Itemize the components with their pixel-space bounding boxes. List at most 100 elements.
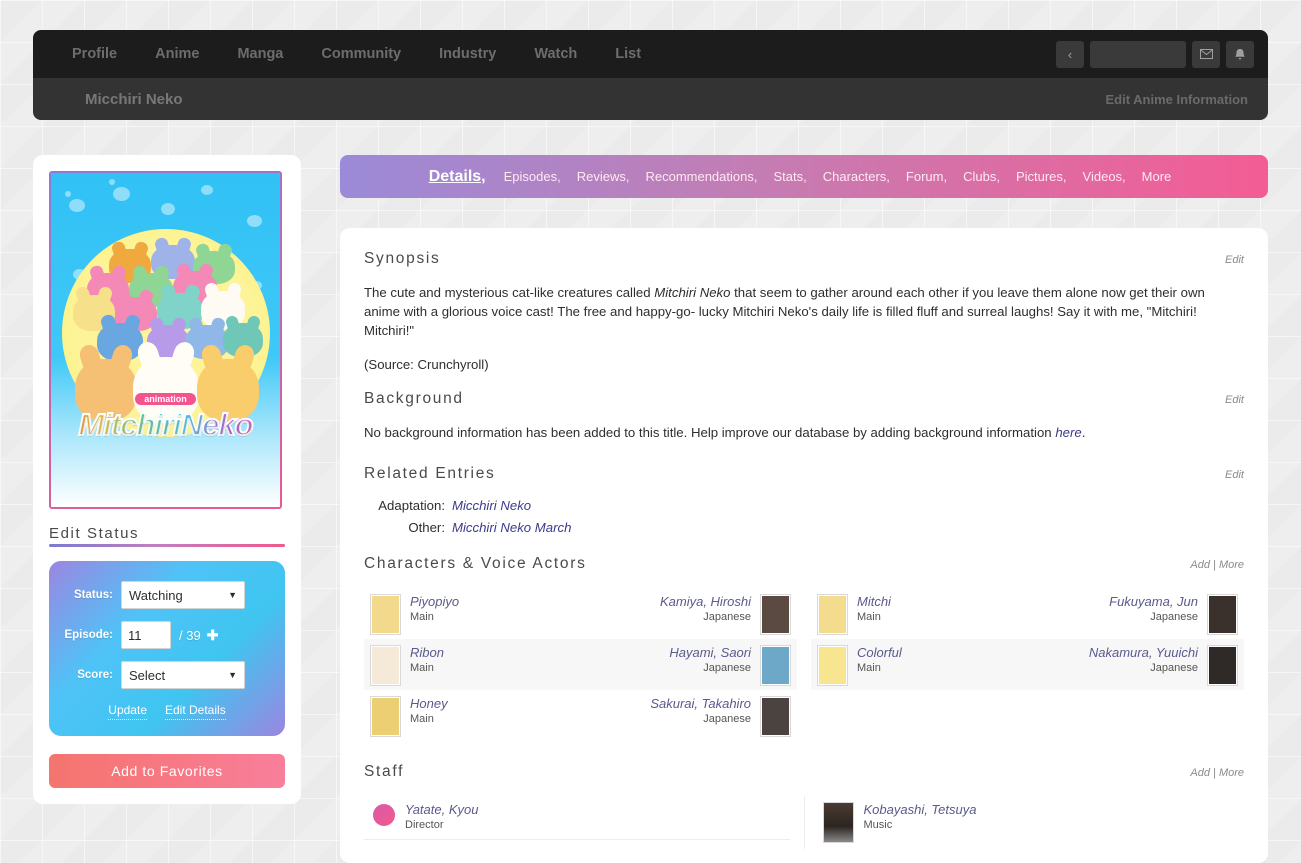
character-role: Main bbox=[857, 610, 891, 625]
voice-actor-info: Kamiya, Hiroshi Japanese bbox=[660, 592, 791, 635]
tab-pictures[interactable]: Pictures, bbox=[1008, 169, 1075, 184]
edit-details-button[interactable]: Edit Details bbox=[165, 703, 226, 720]
status-select[interactable]: Watching ▼ bbox=[121, 581, 245, 609]
nav-item-community[interactable]: Community bbox=[302, 30, 420, 78]
staff-separator: | bbox=[1213, 767, 1216, 779]
character-role: Main bbox=[410, 661, 444, 676]
tab-recommendations[interactable]: Recommendations, bbox=[637, 169, 765, 184]
staff-row[interactable]: Kobayashi, Tetsuya Music bbox=[819, 796, 1245, 849]
edit-anime-information-link[interactable]: Edit Anime Information bbox=[1105, 92, 1248, 107]
voice-actor-avatar[interactable] bbox=[1207, 594, 1238, 635]
tab-reviews[interactable]: Reviews, bbox=[569, 169, 638, 184]
chevron-down-icon: ▼ bbox=[228, 670, 237, 680]
background-edit-link[interactable]: Edit bbox=[1225, 394, 1244, 406]
anime-poster[interactable]: animation MitchiriNeko bbox=[49, 171, 282, 509]
characters-grid: Piyopiyo Main Kamiya, Hiroshi Japanese bbox=[364, 588, 1244, 741]
characters-more-link[interactable]: More bbox=[1219, 559, 1244, 571]
search-input[interactable] bbox=[1090, 41, 1186, 68]
character-avatar[interactable] bbox=[817, 594, 848, 635]
voice-actor-language: Japanese bbox=[669, 661, 751, 676]
synopsis-header: Synopsis Edit bbox=[364, 250, 1244, 273]
voice-actor-avatar[interactable] bbox=[760, 696, 791, 737]
poster-artwork: animation MitchiriNeko bbox=[51, 173, 280, 507]
voice-actor-name[interactable]: Sakurai, Takahiro bbox=[650, 696, 751, 712]
tab-forum[interactable]: Forum, bbox=[898, 169, 955, 184]
nav-item-manga[interactable]: Manga bbox=[218, 30, 302, 78]
character-row[interactable]: Mitchi Main Fukuyama, Jun Japanese bbox=[811, 588, 1244, 639]
tab-stats[interactable]: Stats, bbox=[765, 169, 814, 184]
related-entry-link[interactable]: Micchiri Neko March bbox=[452, 520, 571, 535]
character-avatar[interactable] bbox=[817, 645, 848, 686]
character-row[interactable]: Ribon Main Hayami, Saori Japanese bbox=[364, 639, 797, 690]
character-info: Ribon Main bbox=[370, 643, 444, 686]
voice-actor-avatar[interactable] bbox=[760, 594, 791, 635]
poster-logo-badge: animation bbox=[135, 393, 196, 405]
staff-more-link[interactable]: More bbox=[1219, 767, 1244, 779]
add-to-favorites-button[interactable]: Add to Favorites bbox=[49, 754, 285, 788]
character-name[interactable]: Mitchi bbox=[857, 594, 891, 610]
character-row[interactable]: Piyopiyo Main Kamiya, Hiroshi Japanese bbox=[364, 588, 797, 639]
mail-icon[interactable] bbox=[1192, 41, 1220, 68]
staff-header: Staff Add | More bbox=[364, 763, 1244, 786]
tab-episodes[interactable]: Episodes, bbox=[496, 169, 569, 184]
tab-characters[interactable]: Characters, bbox=[815, 169, 898, 184]
staff-row[interactable]: Yatate, Kyou Director bbox=[364, 796, 790, 841]
character-row[interactable]: Honey Main Sakurai, Takahiro Japanese bbox=[364, 690, 797, 741]
character-avatar[interactable] bbox=[370, 645, 401, 686]
character-role: Main bbox=[410, 610, 459, 625]
nav-item-profile[interactable]: Profile bbox=[53, 30, 136, 78]
tab-videos[interactable]: Videos, bbox=[1075, 169, 1134, 184]
bell-icon[interactable] bbox=[1226, 41, 1254, 68]
character-info: Honey Main bbox=[370, 694, 448, 737]
character-name[interactable]: Colorful bbox=[857, 645, 902, 661]
staff-name[interactable]: Kobayashi, Tetsuya bbox=[864, 802, 977, 818]
character-name[interactable]: Ribon bbox=[410, 645, 444, 661]
nav-item-anime[interactable]: Anime bbox=[136, 30, 218, 78]
voice-actor-avatar[interactable] bbox=[760, 645, 791, 686]
background-section: Background Edit No background informatio… bbox=[364, 390, 1244, 442]
character-avatar[interactable] bbox=[370, 594, 401, 635]
related-entry-link[interactable]: Micchiri Neko bbox=[452, 498, 531, 513]
characters-header: Characters & Voice Actors Add | More bbox=[364, 555, 1244, 578]
related-entries-edit-link[interactable]: Edit bbox=[1225, 469, 1244, 481]
background-post: . bbox=[1082, 425, 1086, 440]
character-row[interactable]: Colorful Main Nakamura, Yuuichi Japanese bbox=[811, 639, 1244, 690]
staff-add-link[interactable]: Add bbox=[1190, 767, 1210, 779]
characters-column-left: Piyopiyo Main Kamiya, Hiroshi Japanese bbox=[364, 588, 797, 741]
back-chevron-icon[interactable]: ‹ bbox=[1056, 41, 1084, 68]
staff-name[interactable]: Yatate, Kyou bbox=[405, 802, 478, 818]
background-here-link[interactable]: here bbox=[1055, 425, 1081, 440]
nav-item-watch[interactable]: Watch bbox=[515, 30, 596, 78]
voice-actor-info: Nakamura, Yuuichi Japanese bbox=[1089, 643, 1238, 686]
voice-actor-name[interactable]: Hayami, Saori bbox=[669, 645, 751, 661]
characters-column-right: Mitchi Main Fukuyama, Jun Japanese bbox=[811, 588, 1244, 741]
status-field-row: Status: Watching ▼ bbox=[63, 581, 271, 609]
tab-details[interactable]: Details, bbox=[429, 168, 496, 186]
characters-section: Characters & Voice Actors Add | More Piy… bbox=[364, 555, 1244, 741]
score-select[interactable]: Select ▼ bbox=[121, 661, 245, 689]
score-select-value: Select bbox=[129, 668, 165, 683]
characters-add-link[interactable]: Add bbox=[1190, 559, 1210, 571]
episode-input[interactable] bbox=[121, 621, 171, 649]
episode-increment-icon[interactable]: ✚ bbox=[207, 627, 219, 644]
synopsis-source: (Source: Crunchyroll) bbox=[364, 357, 1244, 372]
update-button[interactable]: Update bbox=[108, 703, 147, 720]
tab-more[interactable]: More bbox=[1134, 169, 1180, 184]
voice-actor-name[interactable]: Fukuyama, Jun bbox=[1109, 594, 1198, 610]
related-entry-row: Adaptation: Micchiri Neko bbox=[364, 498, 1244, 513]
voice-actor-avatar[interactable] bbox=[1207, 645, 1238, 686]
tab-clubs[interactable]: Clubs, bbox=[955, 169, 1008, 184]
character-info: Colorful Main bbox=[817, 643, 902, 686]
staff-avatar[interactable] bbox=[823, 802, 854, 843]
voice-actor-name[interactable]: Kamiya, Hiroshi bbox=[660, 594, 751, 610]
nav-item-list[interactable]: List bbox=[596, 30, 660, 78]
character-avatar[interactable] bbox=[370, 696, 401, 737]
staff-avatar[interactable] bbox=[373, 804, 395, 826]
nav-item-industry[interactable]: Industry bbox=[420, 30, 515, 78]
character-name[interactable]: Honey bbox=[410, 696, 448, 712]
synopsis-edit-link[interactable]: Edit bbox=[1225, 254, 1244, 266]
background-header: Background Edit bbox=[364, 390, 1244, 413]
voice-actor-name[interactable]: Nakamura, Yuuichi bbox=[1089, 645, 1198, 661]
character-name[interactable]: Piyopiyo bbox=[410, 594, 459, 610]
poster-logo-text: MitchiriNeko bbox=[57, 407, 274, 443]
